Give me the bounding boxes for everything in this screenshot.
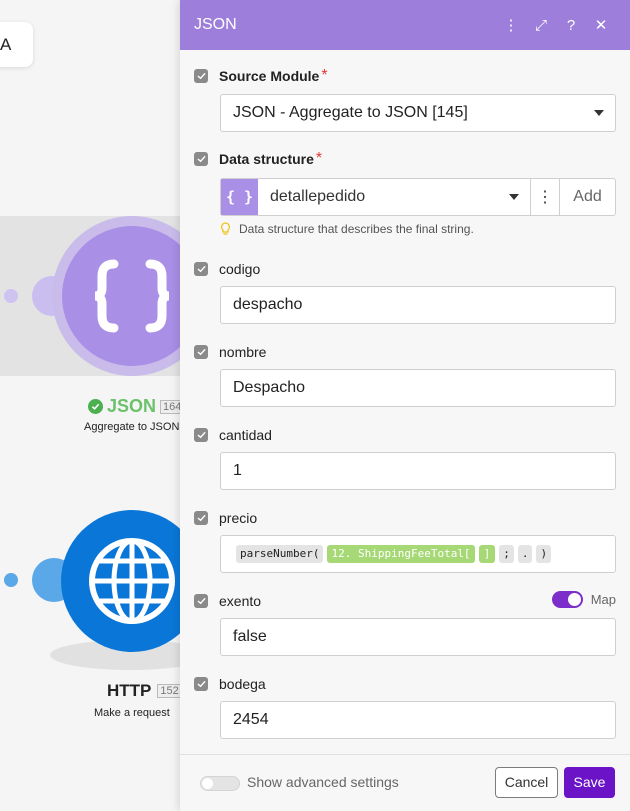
precio-field: precio parseNumber( 12. ShippingFeeTotal… (194, 508, 616, 578)
function-close-token[interactable]: ) (536, 545, 552, 563)
panel-footer: Show advanced settings Cancel Save (180, 754, 630, 811)
canvas-chip-text: A (0, 35, 12, 54)
map-switch[interactable] (551, 591, 583, 608)
advanced-settings-label[interactable]: Show advanced settings (247, 774, 399, 790)
nombre-value: Despacho (233, 379, 306, 396)
nombre-field: nombre Despacho (194, 342, 616, 412)
nombre-input[interactable]: Despacho (220, 369, 616, 407)
panel-body[interactable]: Source Module * JSON - Aggregate to JSON… (180, 50, 630, 754)
source-module-field: Source Module * JSON - Aggregate to JSON… (194, 66, 616, 136)
cantidad-field: cantidad 1 (194, 425, 616, 495)
panel-header: JSON ⋮ ⤢ ? ✕ (180, 0, 630, 50)
data-structure-field: Data structure * { } detallepedido ⋮ Add… (194, 149, 616, 241)
source-module-value: JSON - Aggregate to JSON [145] (233, 104, 468, 121)
module-settings-panel: JSON ⋮ ⤢ ? ✕ Source Module * JSON - Aggr… (180, 0, 630, 811)
exento-input[interactable]: false (220, 618, 616, 656)
add-data-structure-button[interactable]: Add (560, 179, 615, 215)
exento-value: false (233, 628, 267, 645)
json-braces-icon (94, 259, 170, 333)
more-vertical-icon[interactable]: ⋮ (531, 179, 560, 215)
bodega-field: bodega 2454 (194, 674, 616, 744)
map-toggle[interactable]: Map (551, 591, 616, 608)
cantidad-value: 1 (233, 462, 242, 479)
field-checkbox[interactable] (194, 152, 208, 166)
cancel-button[interactable]: Cancel (495, 767, 558, 798)
map-label: Map (590, 592, 616, 607)
more-vertical-icon[interactable]: ⋮ (496, 10, 526, 40)
http-module-name: HTTP (107, 681, 152, 700)
data-structure-select[interactable]: detallepedido (258, 179, 531, 215)
field-checkbox[interactable] (194, 677, 208, 691)
cantidad-input[interactable]: 1 (220, 452, 616, 490)
codigo-field: codigo despacho (194, 259, 616, 329)
exento-field: exento Map false (194, 591, 616, 661)
data-structure-label: Data structure (219, 151, 314, 167)
panel-title: JSON (194, 16, 237, 33)
hint-text: Data structure that describes the final … (239, 222, 474, 236)
codigo-input[interactable]: despacho (220, 286, 616, 324)
precio-label: precio (219, 510, 258, 526)
http-module-title: HTTP 152 (107, 681, 182, 701)
codigo-label: codigo (219, 261, 261, 277)
field-checkbox[interactable] (194, 511, 208, 525)
source-module-label: Source Module (219, 68, 320, 84)
data-structure-control: { } detallepedido ⋮ Add (220, 178, 616, 216)
globe-icon (89, 538, 175, 624)
expand-icon[interactable]: ⤢ (526, 10, 556, 40)
check-circle-icon (88, 399, 103, 414)
exento-label: exento (219, 593, 262, 609)
bodega-value: 2454 (233, 711, 269, 728)
json-module-description: Aggregate to JSON (84, 421, 180, 433)
http-module-id: 152 (157, 684, 182, 698)
json-module-name: JSON (107, 396, 157, 416)
data-structure-hint: Data structure that describes the final … (220, 222, 474, 236)
required-mark: * (315, 150, 323, 167)
separator-token[interactable]: ; (499, 545, 514, 563)
mapped-variable-token[interactable]: 12. ShippingFeeTotal[ (327, 545, 475, 563)
field-checkbox[interactable] (194, 262, 208, 276)
precio-formula-input[interactable]: parseNumber( 12. ShippingFeeTotal[ ] ; .… (220, 535, 616, 573)
chevron-down-icon (509, 194, 519, 200)
field-checkbox[interactable] (194, 69, 208, 83)
chevron-down-icon (594, 110, 604, 116)
bodega-input[interactable]: 2454 (220, 701, 616, 739)
field-checkbox[interactable] (194, 345, 208, 359)
mapped-variable-close-token[interactable]: ] (478, 545, 496, 563)
help-icon[interactable]: ? (556, 10, 586, 40)
http-module-description: Make a request (94, 707, 170, 719)
field-checkbox[interactable] (194, 594, 208, 608)
http-connector-dot[interactable] (4, 573, 18, 587)
required-mark: * (321, 67, 328, 84)
bodega-label: bodega (219, 676, 266, 692)
json-connector-dot[interactable] (4, 289, 18, 303)
canvas-chip[interactable]: A (0, 22, 33, 67)
nombre-label: nombre (219, 344, 267, 360)
source-module-select[interactable]: JSON - Aggregate to JSON [145] (220, 94, 616, 132)
decimal-token[interactable]: . (517, 545, 533, 563)
data-structure-value: detallepedido (270, 188, 366, 205)
function-token[interactable]: parseNumber( (236, 545, 324, 563)
save-button[interactable]: Save (564, 767, 615, 798)
codigo-value: despacho (233, 296, 303, 313)
lightbulb-icon (221, 222, 230, 235)
json-module-title: JSON 164 (88, 396, 185, 417)
advanced-settings-toggle[interactable] (200, 776, 240, 791)
field-checkbox[interactable] (194, 428, 208, 442)
json-braces-icon: { } (221, 179, 258, 215)
close-icon[interactable]: ✕ (586, 10, 616, 40)
cantidad-label: cantidad (219, 427, 272, 443)
